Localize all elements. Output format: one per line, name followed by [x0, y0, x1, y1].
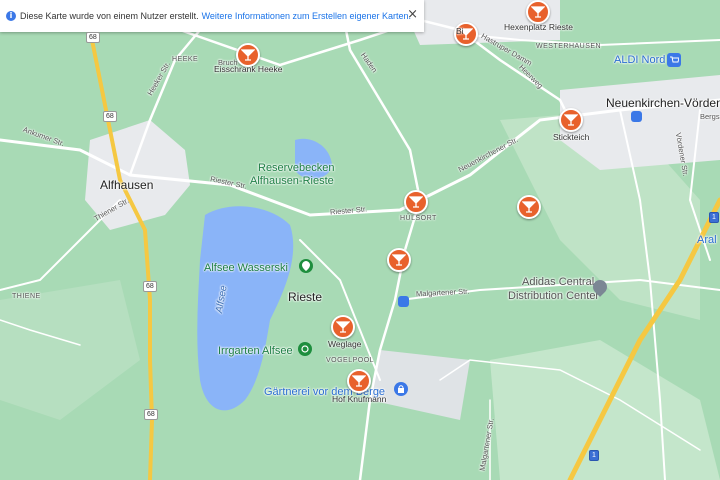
learn-more-link[interactable]: Weitere Informationen zum Erstellen eige… — [202, 11, 411, 21]
route-shield-a1: 1 — [709, 212, 719, 223]
info-icon: i — [6, 11, 16, 21]
cocktail-marker[interactable] — [404, 190, 428, 214]
place-alfsee-wasserski[interactable]: Alfsee Wasserski — [204, 262, 288, 274]
cocktail-marker[interactable] — [526, 0, 550, 24]
place-aldi[interactable]: ALDI Nord — [614, 54, 665, 66]
place-adidas-line1[interactable]: Adidas Central — [522, 276, 594, 288]
route-shield-b68: 68 — [86, 32, 100, 43]
bus-stop-icon[interactable] — [631, 111, 642, 122]
locality-thiene: THIENE — [12, 293, 41, 300]
locality-huelsort: HÜLSORT — [400, 215, 437, 222]
cocktail-marker[interactable] — [347, 369, 371, 393]
marker-label: Hof Knufmann — [332, 394, 387, 404]
place-reservebecken-line1: Reservebecken — [258, 162, 335, 174]
marker-label: Weglage — [328, 339, 362, 349]
shopping-poi-icon[interactable] — [394, 382, 408, 396]
place-aral[interactable]: Aral — [697, 234, 717, 246]
place-irrgarten[interactable]: Irrgarten Alfsee — [218, 345, 293, 357]
map-canvas[interactable] — [0, 0, 720, 480]
cocktail-marker[interactable] — [559, 108, 583, 132]
route-shield-b68: 68 — [144, 409, 158, 420]
attraction-poi-icon[interactable] — [298, 342, 312, 356]
custom-map-banner: i Diese Karte wurde von einem Nutzer ers… — [0, 0, 424, 32]
place-adidas-line2[interactable]: Distribution Center — [508, 290, 599, 302]
route-shield-b68: 68 — [103, 111, 117, 122]
marker-label: Hexenplatz Rieste — [504, 22, 573, 32]
banner-text: Diese Karte wurde von einem Nutzer erste… — [20, 11, 199, 21]
place-reservebecken-line2: Alfhausen-Rieste — [250, 175, 334, 187]
locality-westerhausen: WESTERHAUSEN — [536, 43, 602, 50]
place-alfhausen[interactable]: Alfhausen — [100, 178, 153, 192]
place-neuenkirchen[interactable]: Neuenkirchen-Vörden — [606, 96, 720, 110]
marker-label: Stickteich — [553, 132, 590, 142]
bus-stop-icon[interactable] — [398, 296, 409, 307]
route-shield-a1: 1 — [589, 450, 599, 461]
place-rieste[interactable]: Rieste — [288, 290, 322, 304]
marker-label: Bi — [456, 26, 464, 36]
cocktail-marker[interactable] — [331, 315, 355, 339]
cocktail-marker[interactable] — [387, 248, 411, 272]
locality-heeke: HEEKE — [172, 56, 199, 63]
marker-label: Eisschrank Heeke — [214, 64, 283, 74]
route-shield-b68: 68 — [143, 281, 157, 292]
locality-vogelpool: VOGELPOOL — [326, 357, 375, 364]
close-icon[interactable]: × — [407, 8, 418, 22]
road-bergs: Bergs — [700, 112, 720, 121]
cocktail-marker[interactable] — [517, 195, 541, 219]
shopping-cart-icon[interactable] — [667, 53, 681, 67]
recreation-poi-icon[interactable] — [299, 259, 313, 273]
